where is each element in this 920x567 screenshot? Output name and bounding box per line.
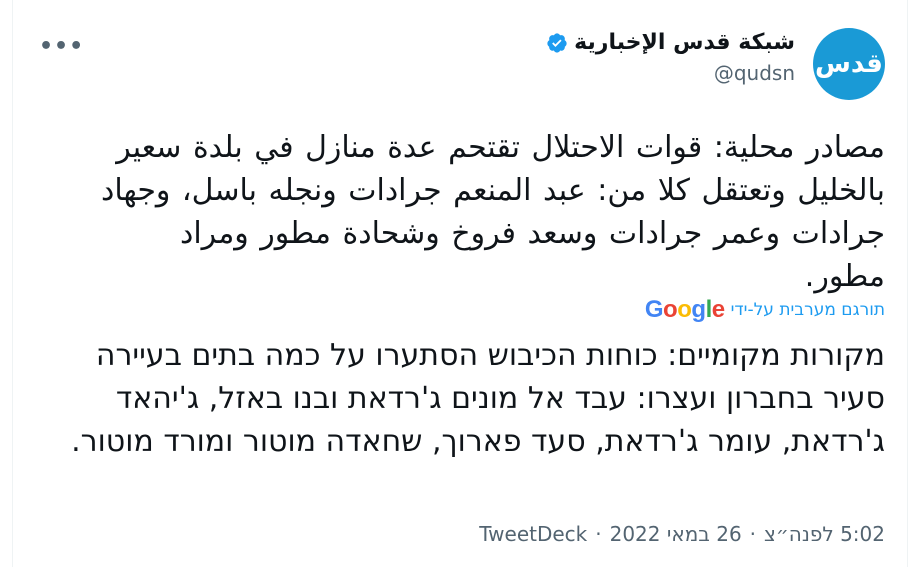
separator-dot: · [749,522,757,546]
author-info[interactable]: شبكة قدس الإخبارية @qudsn [546,30,795,85]
tweet-original-text: مصادر محلية: قوات الاحتلال تقتحم عدة منا… [101,130,885,294]
tweet-time[interactable]: 5:02 לפנה״צ [764,522,885,546]
more-options-icon[interactable]: ••• [39,34,84,59]
tweet-source[interactable]: TweetDeck [479,522,587,546]
separator-dot: · [595,522,602,546]
google-logo: Google [644,296,725,323]
translation-attribution[interactable]: תורגם מערבית על-ידי Google [645,296,885,324]
avatar[interactable]: قدس [813,28,885,100]
avatar-text: قدس [815,49,884,79]
tweet-translated-text: מקורות מקומיים: כוחות הכיבוש הסתערו על כ… [71,338,885,459]
display-name[interactable]: شبكة قدس الإخبارية [574,30,795,55]
tweet-card: ••• قدس شبكة قدس الإخبارية @qudsn مصادر … [12,0,908,567]
tweet-metadata: 5:02 לפנה״צ · 26 במאי 2022 · TweetDeck [479,522,885,546]
name-row: شبكة قدس الإخبارية [546,30,795,55]
translated-by-label: תורגם מערבית על-ידי [730,300,885,320]
author-handle[interactable]: @qudsn [546,61,795,85]
tweet-date[interactable]: 26 במאי 2022 [610,522,742,546]
verified-badge-icon [546,32,568,54]
